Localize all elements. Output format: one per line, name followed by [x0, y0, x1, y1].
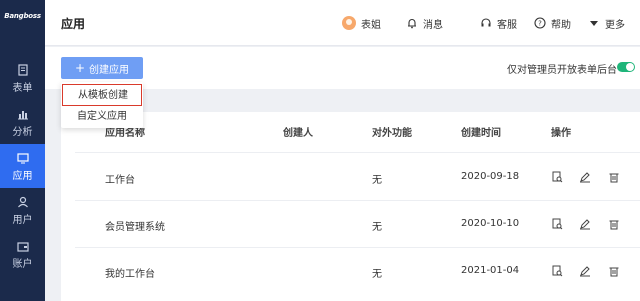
- sidebar-item-account[interactable]: 账户: [0, 232, 45, 276]
- column-header-created: 创建时间: [461, 128, 501, 139]
- form-icon: [17, 64, 28, 76]
- caret-down-icon: [590, 21, 598, 26]
- app-external: 无: [372, 175, 382, 186]
- app-name[interactable]: 会员管理系统: [105, 218, 165, 233]
- app-name[interactable]: 工作台: [105, 171, 135, 186]
- help-label: 帮助: [551, 19, 571, 31]
- edit-icon[interactable]: [579, 218, 591, 230]
- header: 应用 表姐 消息 客服 ? 帮助 更多: [45, 0, 640, 46]
- divider: [75, 200, 640, 201]
- help-icon: ?: [534, 17, 546, 29]
- delete-icon[interactable]: [608, 218, 620, 230]
- sidebar-item-apps[interactable]: 应用: [0, 144, 45, 188]
- create-app-label: 创建应用: [89, 64, 130, 76]
- edit-icon[interactable]: [579, 265, 591, 277]
- delete-icon[interactable]: [608, 171, 620, 183]
- app-external: 无: [372, 269, 382, 280]
- create-app-dropdown: 从模板创建 自定义应用: [61, 82, 143, 128]
- avatar: [342, 16, 356, 30]
- sidebar-item-form[interactable]: 表单: [0, 56, 45, 100]
- apps-table: 应用名称 创建人 对外功能 创建时间 操作 工作台 无 2020-09-18 会…: [61, 112, 640, 301]
- view-icon[interactable]: [551, 171, 563, 183]
- view-icon[interactable]: [551, 265, 563, 277]
- sidebar-item-label: 用户: [12, 215, 33, 226]
- help-button[interactable]: ? 帮助: [534, 15, 571, 31]
- sidebar-item-users[interactable]: 用户: [0, 188, 45, 232]
- edit-icon[interactable]: [579, 171, 591, 183]
- column-header-creator: 创建人: [283, 128, 313, 139]
- app-created: 2020-10-10: [461, 218, 520, 229]
- more-menu[interactable]: 更多: [588, 15, 625, 31]
- column-header-external: 对外功能: [372, 128, 412, 139]
- plus-icon: +: [74, 61, 86, 75]
- user-menu[interactable]: 表姐: [342, 15, 381, 31]
- menu-item-from-template[interactable]: 从模板创建: [62, 84, 142, 106]
- sidebar-item-label: 分析: [12, 127, 33, 138]
- divider: [75, 152, 640, 153]
- more-label: 更多: [605, 19, 625, 31]
- messages-label: 消息: [423, 19, 443, 31]
- admin-only-toggle[interactable]: [617, 62, 635, 72]
- divider: [75, 247, 640, 248]
- app-icon: [16, 153, 29, 164]
- app-created: 2021-01-04: [461, 265, 520, 276]
- column-header-actions: 操作: [551, 128, 571, 139]
- svg-text:?: ?: [538, 20, 542, 28]
- messages-button[interactable]: 消息: [406, 15, 443, 31]
- create-app-button[interactable]: + 创建应用: [61, 57, 143, 79]
- sidebar-item-label: 账户: [12, 259, 33, 270]
- view-icon[interactable]: [551, 218, 563, 230]
- page-title: 应用: [61, 17, 86, 31]
- sidebar: Bangboss 表单 分析 应用 用户 账户: [0, 0, 45, 301]
- app-name[interactable]: 我的工作台: [105, 265, 155, 280]
- chart-icon: [17, 111, 28, 120]
- app-external: 无: [372, 222, 382, 233]
- user-name: 表姐: [361, 19, 381, 31]
- logo: Bangboss: [4, 12, 41, 20]
- wallet-icon: [16, 242, 29, 252]
- sidebar-item-label: 表单: [12, 83, 33, 94]
- sidebar-item-label: 应用: [12, 171, 33, 182]
- support-label: 客服: [497, 19, 517, 31]
- headset-icon: [481, 18, 491, 27]
- app-created: 2020-09-18: [461, 171, 520, 182]
- support-button[interactable]: 客服: [480, 15, 517, 31]
- delete-icon[interactable]: [608, 265, 620, 277]
- menu-item-custom-app[interactable]: 自定义应用: [61, 106, 143, 128]
- admin-only-label: 仅对管理员开放表单后台: [507, 65, 617, 76]
- user-icon: [17, 196, 28, 208]
- sidebar-item-analysis[interactable]: 分析: [0, 100, 45, 144]
- bell-icon: [408, 19, 416, 29]
